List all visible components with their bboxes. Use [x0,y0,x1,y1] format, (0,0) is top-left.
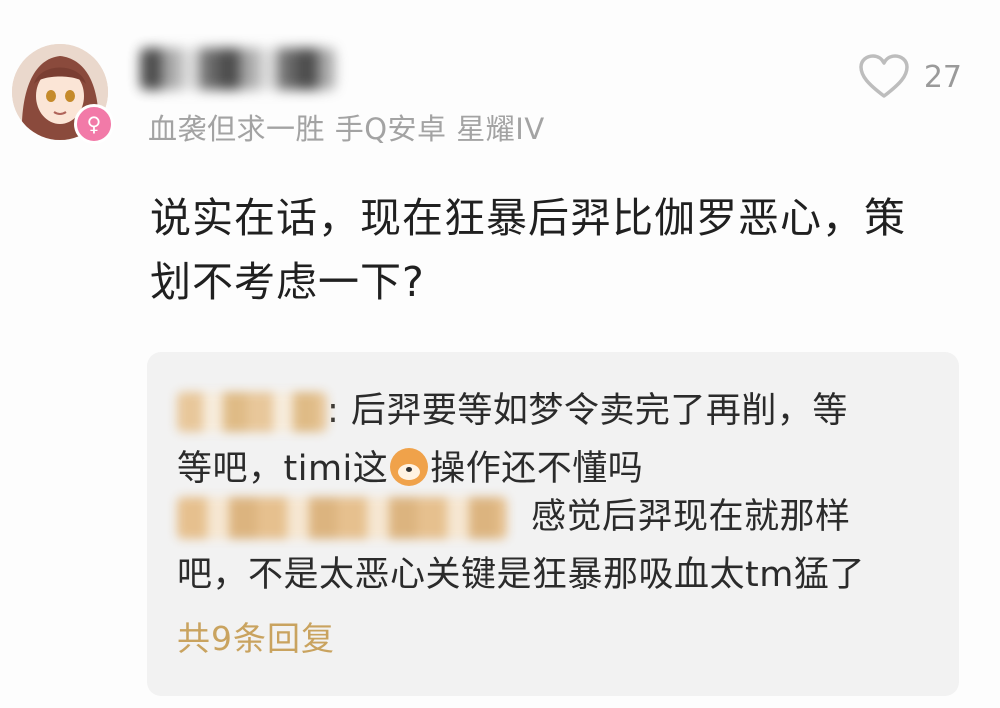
view-all-replies-link[interactable]: 共9条回复 [177,612,335,660]
dog-emoji-icon [390,448,429,486]
reply-text: 感觉后羿现在就那样 [531,497,851,537]
user-meta: 血袭但求一胜 手Q安卓 星耀IV [148,112,545,146]
reply-text: 后羿要等如梦令卖完了再削，等 [339,391,848,431]
comment-text-line: 划不考虑一下? [150,258,425,306]
reply-item[interactable]: : 后羿要等如梦令卖完了再削，等 等吧，timi这 操作还不懂吗 [177,382,927,498]
comment-text-line: 说实在话，现在狂暴后羿比伽罗恶心，策 [150,194,906,242]
comment-text: 说实在话，现在狂暴后羿比伽罗恶心，策 划不考虑一下? [150,186,950,314]
reply-separator: : [327,391,340,431]
reply-username-blurred[interactable] [177,392,327,432]
like-button[interactable]: 27 [858,54,962,100]
reply-text: 操作还不懂吗 [430,449,644,489]
heart-icon [859,54,909,98]
reply-item[interactable]: 感觉后羿现在就那样 吧，不是太恶心关键是狂暴那吸血太tm猛了 [177,488,927,604]
reply-text: 等吧，timi这 [177,449,389,489]
reply-panel: : 后羿要等如梦令卖完了再削，等 等吧，timi这 操作还不懂吗 感觉后羿现在就那… [147,352,959,696]
username-blurred[interactable] [140,48,335,90]
female-icon: ♀ [74,104,114,144]
like-count: 27 [923,59,962,95]
reply-username-blurred[interactable] [177,497,507,539]
reply-text: 吧，不是太恶心关键是狂暴那吸血太tm猛了 [177,555,865,595]
